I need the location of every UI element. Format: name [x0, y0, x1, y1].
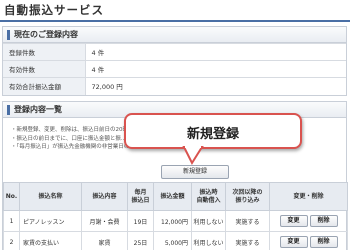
valid-count-value: 4 件 [85, 60, 346, 78]
current-registration-table: 登録件数 4 件 有効件数 4 件 有効合計振込金額 72,000 円 [3, 43, 346, 95]
col-header-auto-loan: 振込時 自動借入 [191, 182, 226, 211]
table-row: 登録件数 4 件 [3, 43, 346, 61]
cell-name: 家賃の支払い [19, 231, 82, 250]
cell-auto-loan: 利用しない [191, 231, 226, 250]
cell-amount: 12,000円 [153, 210, 192, 232]
current-registration-header: 現在のご登録内容 [3, 27, 346, 43]
table-row: 有効合計振込金額 72,000 円 [3, 77, 346, 95]
col-header-no: No. [3, 182, 20, 211]
cell-content: 家賃 [81, 231, 128, 250]
edit-button[interactable]: 変更 [279, 215, 308, 227]
cell-no: 2 [3, 231, 20, 250]
current-registration-title: 現在のご登録内容 [14, 30, 78, 39]
new-registration-button[interactable]: 新規登録 [161, 165, 229, 179]
cell-no: 1 [3, 210, 20, 232]
callout-label: 新規登録 [186, 127, 239, 142]
current-registration-panel: 現在のご登録内容 登録件数 4 件 有効件数 4 件 有効合計振込金額 72,0… [2, 26, 347, 96]
callout-pointer [182, 144, 204, 166]
table-header-row: No. 振込名称 振込内容 毎月 振込日 振込金額 振込時 自動借入 次回以降の… [3, 182, 348, 211]
title-divider [0, 20, 350, 22]
registration-table: No. 振込名称 振込内容 毎月 振込日 振込金額 振込時 自動借入 次回以降の… [3, 182, 348, 250]
cell-next: 実施する [225, 231, 270, 250]
section-marker [7, 30, 10, 40]
section-marker [7, 105, 10, 115]
col-header-next: 次回以降の 振り込み [225, 182, 270, 211]
col-header-day: 毎月 振込日 [127, 182, 154, 211]
col-header-name: 振込名称 [19, 182, 82, 211]
table-row: 2 家賃の支払い 家賃 25日 5,000円 利用しない 実施する 変更 削除 [3, 231, 348, 250]
cell-next: 実施する [225, 210, 270, 232]
cell-amount: 5,000円 [153, 231, 192, 250]
col-header-actions: 変更・削除 [269, 182, 348, 211]
cell-day: 19日 [127, 210, 154, 232]
cell-content: 月謝・会費 [81, 210, 128, 232]
table-row: 1 ピアノレッスン 月謝・会費 19日 12,000円 利用しない 実施する 変… [3, 210, 348, 232]
cell-actions: 変更 削除 [269, 210, 348, 232]
cell-name: ピアノレッスン [19, 210, 82, 232]
col-header-content: 振込内容 [81, 182, 128, 211]
edit-button[interactable]: 変更 [279, 236, 308, 248]
registered-count-label: 登録件数 [3, 43, 86, 61]
registered-count-value: 4 件 [85, 43, 346, 61]
new-registration-callout: 新規登録 [124, 113, 302, 149]
cell-day: 25日 [127, 231, 154, 250]
table-row: 有効件数 4 件 [3, 60, 346, 78]
page-title: 自動振込サービス [4, 3, 104, 17]
valid-total-label: 有効合計振込金額 [3, 77, 86, 95]
delete-button[interactable]: 削除 [309, 236, 338, 248]
valid-total-value: 72,000 円 [85, 77, 346, 95]
delete-button[interactable]: 削除 [309, 215, 338, 227]
cell-actions: 変更 削除 [269, 231, 348, 250]
col-header-amount: 振込金額 [153, 182, 192, 211]
registration-list-title: 登録内容一覧 [14, 105, 62, 114]
cell-auto-loan: 利用しない [191, 210, 226, 232]
valid-count-label: 有効件数 [3, 60, 86, 78]
